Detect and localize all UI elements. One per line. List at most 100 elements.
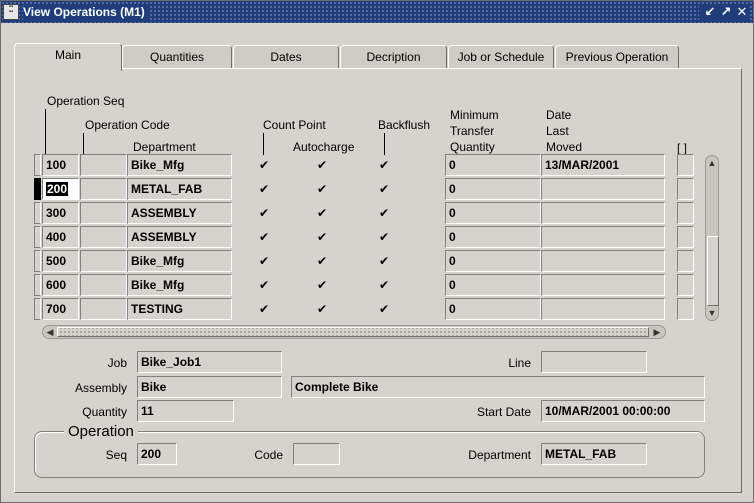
operation-seq-cell[interactable]: 300 (42, 202, 79, 224)
minimum-transfer-quantity-cell[interactable]: 0 (445, 154, 541, 176)
minimum-transfer-quantity-cell[interactable]: 0 (445, 274, 541, 296)
tab-quantities[interactable]: Quantities (122, 45, 232, 69)
department-cell[interactable]: ASSEMBLY (127, 202, 232, 224)
operation-seq-cell[interactable]: 100 (42, 154, 79, 176)
date-last-moved-cell[interactable] (541, 298, 665, 320)
tab-main[interactable]: Main (14, 43, 122, 71)
vertical-scrollbar[interactable]: ▲ ▼ (705, 155, 719, 321)
operation-department-field[interactable]: METAL_FAB (541, 443, 647, 465)
autocharge-checkbox[interactable]: ✔ (316, 183, 328, 195)
operation-code-cell[interactable] (80, 178, 127, 200)
backflush-checkbox[interactable]: ✔ (378, 231, 390, 243)
header-minimum: Minimum (450, 108, 499, 122)
count-point-checkbox[interactable]: ✔ (258, 303, 270, 315)
department-cell[interactable]: Bike_Mfg (127, 274, 232, 296)
close-icon[interactable]: ✕ (735, 4, 749, 20)
assembly-description-field[interactable]: Complete Bike (291, 376, 705, 398)
date-last-moved-cell[interactable] (541, 202, 665, 224)
operation-code-cell[interactable] (80, 274, 127, 296)
minimize-icon[interactable]: ↙ (703, 4, 717, 20)
folder-options-button[interactable]: [ ] (677, 141, 687, 155)
start-date-field[interactable]: 10/MAR/2001 00:00:00 (541, 400, 705, 422)
operation-code-cell[interactable] (80, 298, 127, 320)
date-last-moved-cell[interactable] (541, 250, 665, 272)
operation-code-field[interactable] (293, 443, 340, 465)
date-last-moved-cell[interactable]: 13/MAR/2001 (541, 154, 665, 176)
line-field[interactable] (541, 351, 647, 373)
autocharge-checkbox[interactable]: ✔ (316, 207, 328, 219)
operation-seq-field[interactable]: 200 (137, 443, 177, 465)
count-point-checkbox[interactable]: ✔ (258, 231, 270, 243)
operation-seq-cell[interactable]: 500 (42, 250, 79, 272)
minimum-transfer-quantity-cell[interactable]: 0 (445, 202, 541, 224)
maximize-icon[interactable]: ↗ (719, 4, 733, 20)
assembly-field[interactable]: Bike (137, 376, 282, 398)
tab-previous-operation[interactable]: Previous Operation (555, 45, 679, 69)
backflush-checkbox[interactable]: ✔ (378, 255, 390, 267)
scroll-down-icon[interactable]: ▼ (706, 308, 718, 318)
tab-decription[interactable]: Decription (340, 45, 447, 69)
count-point-checkbox[interactable]: ✔ (258, 183, 270, 195)
autocharge-checkbox[interactable]: ✔ (316, 231, 328, 243)
minimum-transfer-quantity-cell[interactable]: 0 (445, 298, 541, 320)
row-indicator[interactable] (34, 298, 41, 320)
quantity-field[interactable]: 11 (137, 400, 234, 422)
backflush-checkbox[interactable]: ✔ (378, 159, 390, 171)
autocharge-checkbox[interactable]: ✔ (316, 279, 328, 291)
count-point-checkbox[interactable]: ✔ (258, 159, 270, 171)
date-last-moved-cell[interactable] (541, 226, 665, 248)
descriptive-flexfield-cell[interactable] (677, 298, 694, 320)
scroll-up-icon[interactable]: ▲ (706, 158, 718, 168)
date-last-moved-cell[interactable] (541, 274, 665, 296)
descriptive-flexfield-cell[interactable] (677, 274, 694, 296)
minimum-transfer-quantity-cell[interactable]: 0 (445, 178, 541, 200)
operation-code-cell[interactable] (80, 250, 127, 272)
horizontal-scroll-thumb[interactable] (57, 327, 649, 337)
autocharge-checkbox[interactable]: ✔ (316, 255, 328, 267)
row-indicator[interactable] (34, 154, 41, 176)
minimum-transfer-quantity-cell[interactable]: 0 (445, 226, 541, 248)
department-cell[interactable]: Bike_Mfg (127, 250, 232, 272)
descriptive-flexfield-cell[interactable] (677, 202, 694, 224)
department-cell[interactable]: TESTING (127, 298, 232, 320)
title-bar[interactable]: ▪▪ ▪▪ View Operations (M1) ↙ ↗ ✕ (1, 1, 753, 23)
operation-seq-cell[interactable]: 700 (42, 298, 79, 320)
tab-dates[interactable]: Dates (233, 45, 339, 69)
scroll-left-icon[interactable]: ◀ (44, 327, 56, 337)
oracle-window-icon[interactable]: ▪▪ ▪▪ (3, 4, 19, 20)
autocharge-checkbox[interactable]: ✔ (316, 303, 328, 315)
row-indicator[interactable] (34, 202, 41, 224)
count-point-checkbox[interactable]: ✔ (258, 255, 270, 267)
autocharge-checkbox[interactable]: ✔ (316, 159, 328, 171)
operation-seq-cell[interactable]: 600 (42, 274, 79, 296)
descriptive-flexfield-cell[interactable] (677, 154, 694, 176)
department-cell[interactable]: Bike_Mfg (127, 154, 232, 176)
operation-code-cell[interactable] (80, 202, 127, 224)
operation-code-cell[interactable] (80, 226, 127, 248)
tab-job-or-schedule[interactable]: Job or Schedule (448, 45, 554, 69)
job-field[interactable]: Bike_Job1 (137, 351, 282, 373)
count-point-checkbox[interactable]: ✔ (258, 279, 270, 291)
descriptive-flexfield-cell[interactable] (677, 250, 694, 272)
scroll-right-icon[interactable]: ▶ (651, 327, 663, 337)
minimum-transfer-quantity-cell[interactable]: 0 (445, 250, 541, 272)
backflush-checkbox[interactable]: ✔ (378, 207, 390, 219)
backflush-checkbox[interactable]: ✔ (378, 183, 390, 195)
row-indicator[interactable] (34, 178, 41, 200)
date-last-moved-cell[interactable] (541, 178, 665, 200)
backflush-checkbox[interactable]: ✔ (378, 279, 390, 291)
count-point-checkbox[interactable]: ✔ (258, 207, 270, 219)
operation-seq-cell[interactable]: 400 (42, 226, 79, 248)
row-indicator[interactable] (34, 274, 41, 296)
department-cell[interactable]: METAL_FAB (127, 178, 232, 200)
descriptive-flexfield-cell[interactable] (677, 226, 694, 248)
horizontal-scrollbar[interactable]: ◀ ▶ (42, 325, 666, 339)
department-cell[interactable]: ASSEMBLY (127, 226, 232, 248)
vertical-scroll-thumb[interactable] (707, 236, 719, 306)
row-indicator[interactable] (34, 250, 41, 272)
backflush-checkbox[interactable]: ✔ (378, 303, 390, 315)
row-indicator[interactable] (34, 226, 41, 248)
operation-code-cell[interactable] (80, 154, 127, 176)
operation-seq-cell[interactable]: 200 (42, 178, 79, 200)
descriptive-flexfield-cell[interactable] (677, 178, 694, 200)
